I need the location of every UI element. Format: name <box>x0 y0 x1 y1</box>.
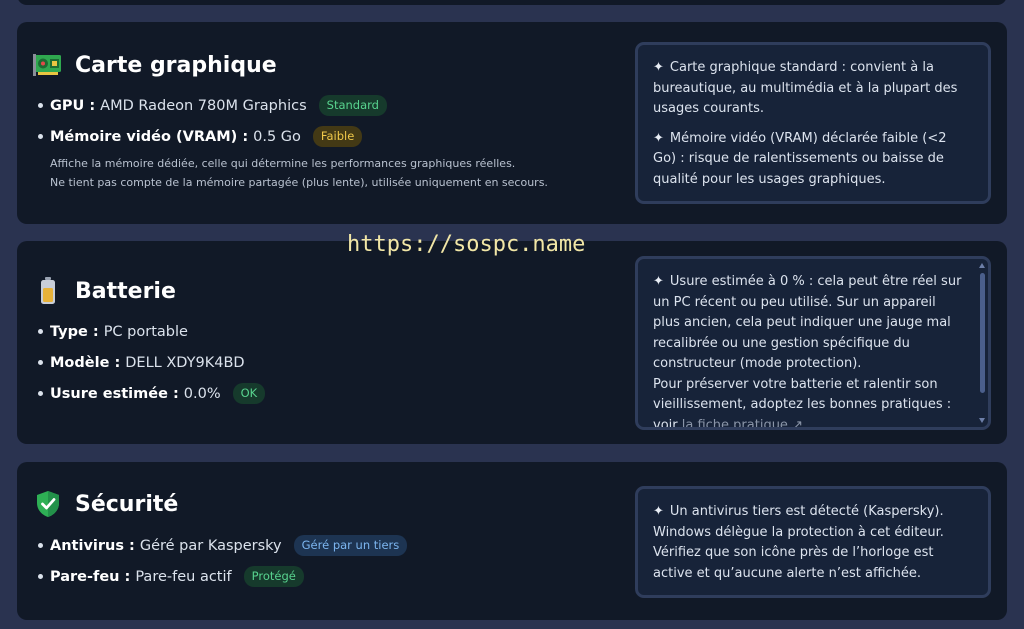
gpu-specs-list: GPU : AMD Radeon 780M Graphics Standard … <box>38 90 387 152</box>
security-info-box: ✦ Un antivirus tiers est détecté (Kaspers… <box>635 486 991 598</box>
gpu-info-paragraph-1: ✦ Carte graphique standard : convient à l… <box>653 58 973 120</box>
gpu-value: AMD Radeon 780M Graphics <box>100 97 307 114</box>
antivirus-status-badge: Géré par un tiers <box>293 535 408 556</box>
vram-note-line-1: Affiche la mémoire dédiée, celle qui dét… <box>50 157 516 170</box>
battery-card: Batterie Type : PC portable Modèle : DEL… <box>17 241 1007 444</box>
battery-info-scrollbar[interactable] <box>979 263 986 423</box>
vram-note-line-2: Ne tient pas compte de la mémoire partag… <box>50 176 548 189</box>
gpu-item: GPU : AMD Radeon 780M Graphics Standard <box>38 90 387 121</box>
watermark-url: https://sospc.name <box>347 232 586 257</box>
gpu-info-box: ✦ Carte graphique standard : convient à l… <box>635 42 991 204</box>
vram-label: Mémoire vidéo (VRAM) : <box>50 128 249 145</box>
battery-model-item: Modèle : DELL XDY9K4BD <box>37 347 265 378</box>
firewall-status-badge: Protégé <box>243 566 304 587</box>
shield-check-icon <box>33 489 63 519</box>
gpu-card-header: Carte graphique <box>33 50 277 80</box>
security-card-title: Sécurité <box>75 491 179 517</box>
vram-note: Affiche la mémoire dédiée, celle qui dét… <box>50 154 548 192</box>
firewall-item: Pare-feu : Pare-feu actif Protégé <box>37 561 407 592</box>
battery-wear-item: Usure estimée : 0.0% OK <box>37 378 266 409</box>
gpu-card-title: Carte graphique <box>75 52 277 78</box>
sparkle-icon: ✦ <box>653 130 664 146</box>
battery-info-text: ✦ Usure estimée à 0 % : cela peut être ré… <box>653 272 966 430</box>
battery-info-text-1: Usure estimée à 0 % : cela peut être rée… <box>653 274 962 371</box>
security-card: Sécurité Antivirus : Géré par Kaspersky … <box>17 462 1007 620</box>
battery-info-box[interactable]: ✦ Usure estimée à 0 % : cela peut être ré… <box>635 256 991 430</box>
fiche-pratique-link[interactable]: la fiche pratique ↗ <box>681 417 803 430</box>
security-card-header: Sécurité <box>33 489 178 519</box>
battery-card-header: Batterie <box>33 276 176 306</box>
external-link-icon: ↗ <box>792 417 803 430</box>
security-info-text: Un antivirus tiers est détecté (Kaspersk… <box>653 504 944 581</box>
sparkle-icon: ✦ <box>653 60 664 75</box>
firewall-value: Pare-feu actif <box>135 568 232 585</box>
scroll-up-arrow-icon[interactable] <box>979 263 985 268</box>
previous-card-bottom <box>17 0 1007 5</box>
security-info-paragraph: ✦ Un antivirus tiers est détecté (Kaspers… <box>653 502 973 584</box>
security-specs-list: Antivirus : Géré par Kaspersky Géré par … <box>37 530 408 592</box>
battery-model-value: DELL XDY9K4BD <box>125 354 245 371</box>
vram-item: Mémoire vidéo (VRAM) : 0.5 Go Faible <box>38 121 387 152</box>
antivirus-value: Géré par Kaspersky <box>139 537 282 554</box>
gpu-label: GPU : <box>50 97 96 114</box>
battery-type-item: Type : PC portable <box>37 316 265 347</box>
antivirus-label: Antivirus : <box>50 537 135 554</box>
antivirus-item: Antivirus : Géré par Kaspersky Géré par … <box>37 530 408 561</box>
gpu-info-text-2: Mémoire vidéo (VRAM) déclarée faible (<2… <box>653 130 947 187</box>
sparkle-icon: ✦ <box>653 274 664 289</box>
vram-status-badge: Faible <box>312 126 363 147</box>
scroll-thumb[interactable] <box>980 273 985 393</box>
battery-card-title: Batterie <box>75 278 176 304</box>
sparkle-icon: ✦ <box>653 504 664 519</box>
battery-wear-label: Usure estimée : <box>50 385 179 402</box>
gpu-card: Carte graphique GPU : AMD Radeon 780M Gr… <box>17 22 1007 224</box>
battery-wear-value: 0.0% <box>183 385 221 402</box>
scroll-down-arrow-icon[interactable] <box>979 418 985 423</box>
battery-model-label: Modèle : <box>50 354 121 371</box>
gpu-status-badge: Standard <box>318 95 387 116</box>
battery-icon <box>33 276 63 306</box>
battery-status-badge: OK <box>232 383 266 404</box>
battery-type-value: PC portable <box>103 323 188 340</box>
graphics-card-icon <box>33 50 63 80</box>
gpu-info-paragraph-2: ✦ Mémoire vidéo (VRAM) déclarée faible (<… <box>653 129 973 191</box>
battery-specs-list: Type : PC portable Modèle : DELL XDY9K4B… <box>37 316 266 409</box>
battery-type-label: Type : <box>50 323 99 340</box>
vram-value: 0.5 Go <box>253 128 301 145</box>
fiche-pratique-link-label: la fiche pratique <box>681 417 788 430</box>
gpu-info-text-1: Carte graphique standard : convient à la… <box>653 60 958 116</box>
firewall-label: Pare-feu : <box>50 568 131 585</box>
